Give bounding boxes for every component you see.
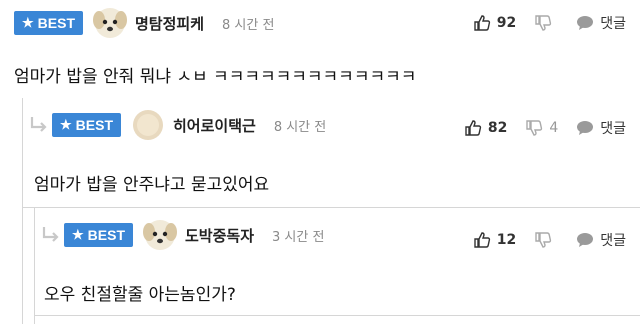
- best-badge: ★ BEST: [64, 223, 133, 247]
- star-icon: ★: [22, 15, 34, 30]
- dislike-count: 4: [549, 120, 559, 136]
- comment-text: 엄마가 밥을 안주냐고 묻고있어요: [34, 175, 270, 195]
- star-icon: ★: [72, 227, 84, 242]
- best-badge-label: BEST: [37, 15, 75, 31]
- reply-button[interactable]: 댓글: [600, 230, 626, 250]
- reply-button[interactable]: 댓글: [600, 13, 626, 33]
- nickname[interactable]: 히어로이택근: [173, 115, 256, 136]
- comment-actions: 82 4 댓글: [464, 118, 626, 138]
- like-count: 12: [496, 232, 517, 248]
- like-count: 82: [487, 120, 508, 136]
- comment-item: ★ BEST 도박중독자 3 시간 전 12 댓글 오우 친절할줄 아는놈인가?: [0, 208, 640, 324]
- thread-line: [22, 98, 23, 208]
- avatar[interactable]: [131, 108, 165, 142]
- timestamp: 8 시간 전: [273, 119, 327, 135]
- comment-item: ★ BEST 명탐정피케 8 시간 전 92 댓글 엄마가 밥을 안줘 뭐냐 ㅅ…: [0, 0, 640, 108]
- like-count: 92: [496, 15, 517, 31]
- comment-text: 오우 친절할줄 아는놈인가?: [44, 285, 236, 305]
- reply-arrow-icon: [42, 227, 59, 242]
- thread-line: [34, 208, 35, 324]
- timestamp: 3 시간 전: [272, 229, 325, 245]
- comment-actions: 12 댓글: [473, 230, 626, 250]
- thumbs-up-icon[interactable]: [464, 119, 482, 137]
- reply-button[interactable]: 댓글: [600, 118, 626, 138]
- comment-actions: 92 댓글: [473, 13, 626, 33]
- best-badge-label: BEST: [87, 227, 125, 243]
- best-badge-label: BEST: [75, 117, 113, 133]
- thumbs-down-icon[interactable]: [534, 14, 552, 32]
- avatar[interactable]: [93, 6, 127, 40]
- speech-bubble-icon[interactable]: [576, 14, 594, 32]
- divider: [34, 315, 640, 316]
- thread-line: [22, 208, 23, 324]
- reply-arrow-icon: [30, 117, 47, 132]
- thumbs-up-icon[interactable]: [473, 14, 491, 32]
- best-badge: ★ BEST: [52, 113, 121, 137]
- nickname[interactable]: 명탐정피케: [135, 13, 204, 34]
- thumbs-down-icon[interactable]: [525, 119, 543, 137]
- best-badge: ★ BEST: [14, 11, 83, 35]
- avatar[interactable]: [143, 218, 177, 252]
- thumbs-down-icon[interactable]: [534, 231, 552, 249]
- comment-text: 엄마가 밥을 안줘 뭐냐 ㅅㅂ ㅋㅋㅋㅋㅋㅋㅋㅋㅋㅋㅋㅋㅋ: [14, 67, 417, 87]
- thumbs-up-icon[interactable]: [473, 231, 491, 249]
- speech-bubble-icon[interactable]: [576, 231, 594, 249]
- timestamp: 8 시간 전: [222, 17, 275, 33]
- speech-bubble-icon[interactable]: [576, 119, 594, 137]
- star-icon: ★: [60, 117, 72, 132]
- comment-item: ★ BEST 히어로이택근 8 시간 전 82 4 댓글 엄마가 밥을 안주냐고…: [0, 98, 640, 208]
- nickname[interactable]: 도박중독자: [185, 225, 254, 246]
